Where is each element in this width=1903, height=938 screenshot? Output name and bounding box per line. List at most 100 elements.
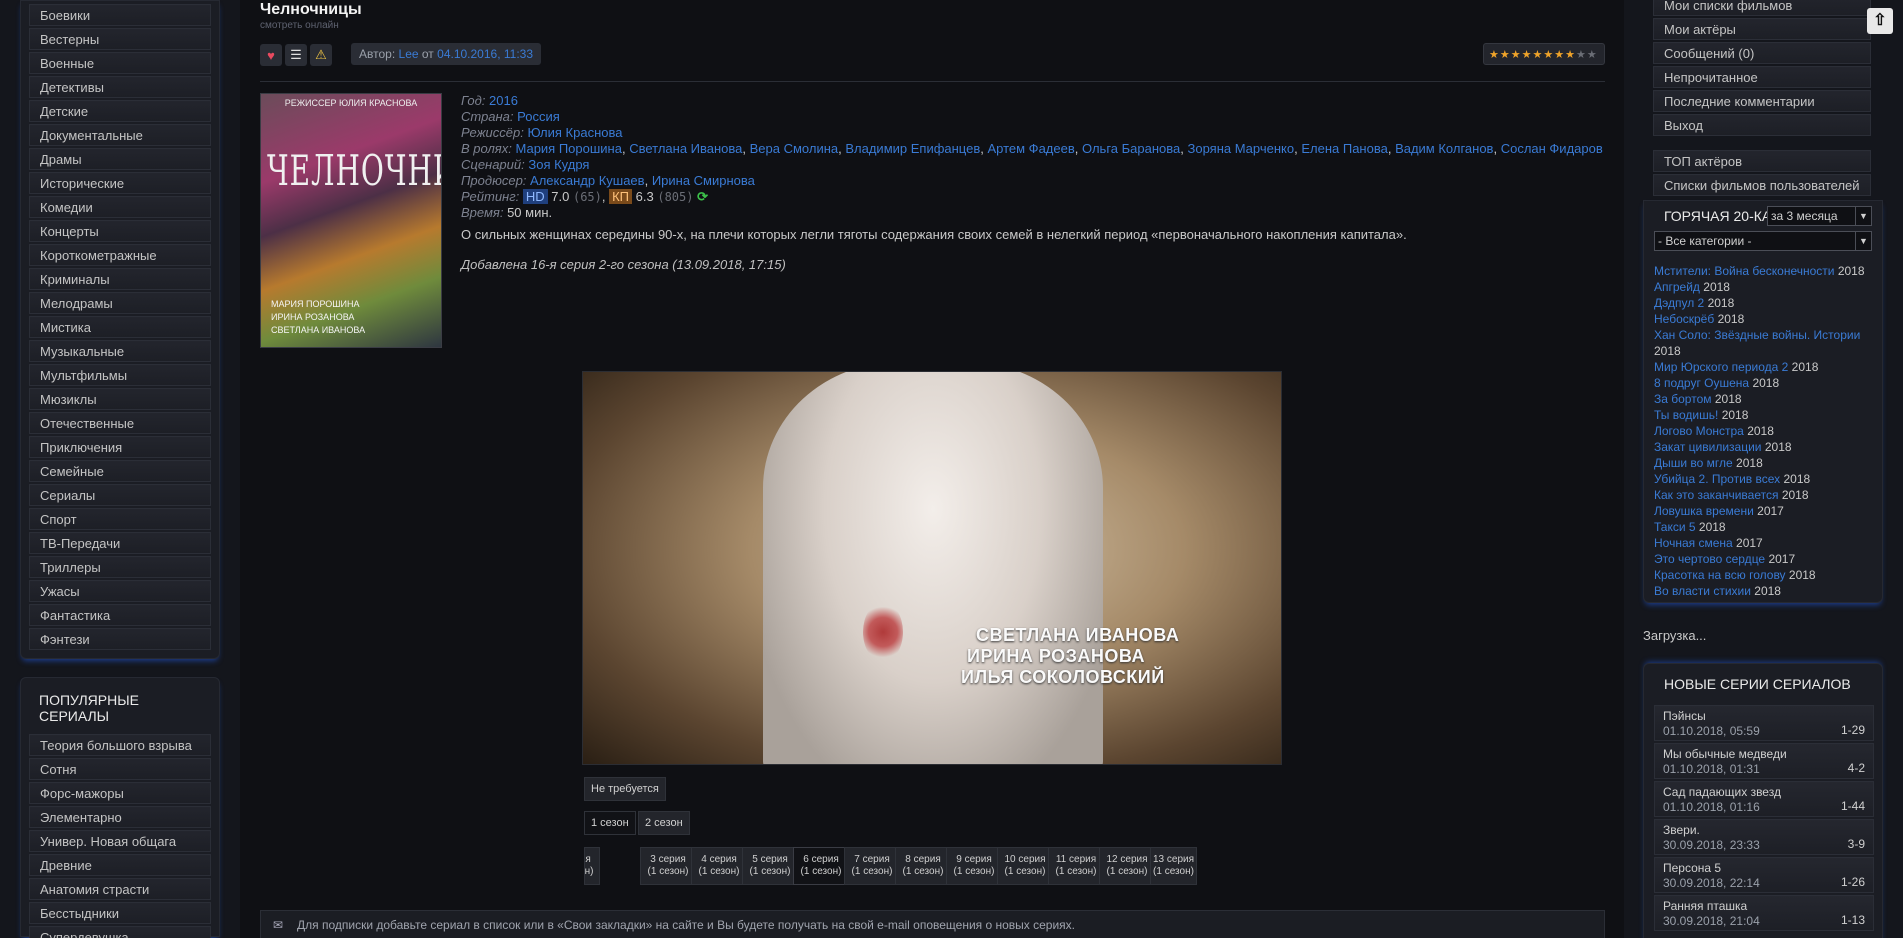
star-icon[interactable]: ★ bbox=[1587, 48, 1597, 61]
star-icon[interactable]: ★ bbox=[1554, 48, 1564, 61]
episode-button[interactable]: 13 серия (1 сезон) bbox=[1150, 847, 1197, 885]
cast-link[interactable]: Вера Смолина bbox=[750, 141, 839, 156]
genre-item[interactable]: Ужасы bbox=[29, 580, 211, 602]
translation-button[interactable]: Не требуется bbox=[584, 777, 666, 801]
cast-link[interactable]: Зоряна Марченко bbox=[1187, 141, 1294, 156]
genre-item[interactable]: Криминалы bbox=[29, 268, 211, 290]
hot-item-link[interactable]: Хан Соло: Звёздные войны. Истории bbox=[1654, 328, 1860, 342]
new-series-item[interactable]: Ранняя пташка 30.09.2018, 21:04 1-13 bbox=[1654, 895, 1874, 931]
genre-item[interactable]: Мистика bbox=[29, 316, 211, 338]
director-link[interactable]: Юлия Краснова bbox=[527, 125, 622, 140]
producer-link[interactable]: Александр Кушаев bbox=[530, 173, 645, 188]
genre-item[interactable]: Мультфильмы bbox=[29, 364, 211, 386]
genre-item[interactable]: Семейные bbox=[29, 460, 211, 482]
season-2-button[interactable]: 2 сезон bbox=[638, 811, 690, 835]
hot-item-link[interactable]: Апгрейд bbox=[1654, 280, 1700, 294]
cast-link[interactable]: Елена Панова bbox=[1301, 141, 1387, 156]
refresh-icon[interactable]: ⟳ bbox=[697, 189, 708, 204]
new-series-item[interactable]: Персона 5 30.09.2018, 22:14 1-26 bbox=[1654, 857, 1874, 893]
star-icon[interactable]: ★ bbox=[1543, 48, 1553, 61]
star-icon[interactable]: ★ bbox=[1565, 48, 1575, 61]
hot-period-select[interactable]: за 3 месяца ▼ bbox=[1767, 206, 1872, 226]
scroll-top-icon[interactable]: ⇧ bbox=[1867, 8, 1893, 34]
genre-item[interactable]: Мюзиклы bbox=[29, 388, 211, 410]
episode-button[interactable]: 6 серия (1 сезон) bbox=[793, 847, 849, 885]
genre-item[interactable]: Приключения bbox=[29, 436, 211, 458]
hot-item-link[interactable]: Закат цивилизации bbox=[1654, 440, 1762, 454]
cast-link[interactable]: Сослан Фидаров bbox=[1501, 141, 1603, 156]
star-icon[interactable]: ★ bbox=[1522, 48, 1532, 61]
genre-item[interactable]: Короткометражные bbox=[29, 244, 211, 266]
video-player[interactable]: СВЕТЛАНА ИВАНОВА ИРИНА РОЗАНОВА ИЛЬЯ СОК… bbox=[582, 371, 1282, 765]
hot-item-link[interactable]: 8 подруг Оушена bbox=[1654, 376, 1749, 390]
genre-item[interactable]: ТВ-Передачи bbox=[29, 532, 211, 554]
new-series-item[interactable]: Сад падающих звезд 01.10.2018, 01:16 1-44 bbox=[1654, 781, 1874, 817]
popular-series-item[interactable]: Элементарно bbox=[29, 806, 211, 828]
popular-series-item[interactable]: Древние bbox=[29, 854, 211, 876]
episode-button[interactable]: 5 серия (1 сезон) bbox=[742, 847, 798, 885]
hot-item-link[interactable]: Ночная смена bbox=[1654, 536, 1733, 550]
hot-item-link[interactable]: Во власти стихии bbox=[1654, 584, 1751, 598]
hot-category-select[interactable]: - Все категории - ▼ bbox=[1654, 231, 1872, 251]
star-icon[interactable]: ★ bbox=[1489, 48, 1499, 61]
season-1-button[interactable]: 1 сезон bbox=[584, 811, 636, 835]
hot-item-link[interactable]: Небоскрёб bbox=[1654, 312, 1714, 326]
hot-item-link[interactable]: Как это заканчивается bbox=[1654, 488, 1778, 502]
hot-item-link[interactable]: Логово Монстра bbox=[1654, 424, 1744, 438]
cast-link[interactable]: Вадим Колганов bbox=[1395, 141, 1493, 156]
hot-item-link[interactable]: Ты водишь! bbox=[1654, 408, 1718, 422]
episode-button[interactable]: 3 серия (1 сезон) bbox=[640, 847, 696, 885]
new-series-item[interactable]: Мы обычные медведи 01.10.2018, 01:31 4-2 bbox=[1654, 743, 1874, 779]
cast-link[interactable]: Владимир Епифанцев bbox=[845, 141, 980, 156]
episode-button[interactable]: 2 серия(1 сезон) bbox=[584, 847, 600, 885]
genre-item[interactable]: Документальные bbox=[29, 124, 211, 146]
genre-item[interactable]: Вестерны bbox=[29, 28, 211, 50]
star-rating[interactable]: ★ ★ ★ ★ ★ ★ ★ ★ ★ ★ bbox=[1483, 43, 1605, 65]
hot-item-link[interactable]: За бортом bbox=[1654, 392, 1712, 406]
hot-item-link[interactable]: Это чертово сердце bbox=[1654, 552, 1765, 566]
popular-series-item[interactable]: Анатомия страсти bbox=[29, 878, 211, 900]
popular-series-item[interactable]: Форс-мажоры bbox=[29, 782, 211, 804]
cast-link[interactable]: Светлана Иванова bbox=[629, 141, 742, 156]
genre-item[interactable]: Исторические bbox=[29, 172, 211, 194]
star-icon[interactable]: ★ bbox=[1511, 48, 1521, 61]
user-menu-item[interactable]: Непрочитанное bbox=[1653, 66, 1871, 88]
list-icon[interactable]: ☰ bbox=[285, 44, 307, 66]
genre-item[interactable]: Спорт bbox=[29, 508, 211, 530]
author-link[interactable]: Lee bbox=[399, 47, 419, 61]
hot-item-link[interactable]: Дэдпул 2 bbox=[1654, 296, 1704, 310]
genre-item[interactable]: Фэнтези bbox=[29, 628, 211, 650]
popular-series-item[interactable]: Сотня bbox=[29, 758, 211, 780]
popular-series-item[interactable]: Супердевушка bbox=[29, 926, 211, 938]
cast-link[interactable]: Мария Порошина bbox=[515, 141, 621, 156]
hot-item-link[interactable]: Дыши во мгле bbox=[1654, 456, 1733, 470]
hot-item-link[interactable]: Такси 5 bbox=[1654, 520, 1696, 534]
hot-item-link[interactable]: Мстители: Война бесконечности bbox=[1654, 264, 1834, 278]
genre-item[interactable]: Фантастика bbox=[29, 604, 211, 626]
extra-menu-item[interactable]: ТОП актёров bbox=[1653, 150, 1871, 172]
episode-button[interactable]: 7 серия (1 сезон) bbox=[844, 847, 900, 885]
genre-item[interactable]: Отечественные bbox=[29, 412, 211, 434]
hot-item-link[interactable]: Ловушка времени bbox=[1654, 504, 1754, 518]
genre-item[interactable]: Военные bbox=[29, 52, 211, 74]
producer-link[interactable]: Ирина Смирнова bbox=[652, 173, 755, 188]
genre-item[interactable]: Детские bbox=[29, 100, 211, 122]
popular-series-item[interactable]: Теория большого взрыва bbox=[29, 734, 211, 756]
episode-button[interactable]: 10 серия (1 сезон) bbox=[997, 847, 1053, 885]
genre-item[interactable]: Детективы bbox=[29, 76, 211, 98]
extra-menu-item[interactable]: Списки фильмов пользователей bbox=[1653, 174, 1871, 196]
episode-button[interactable]: 11 серия (1 сезон) bbox=[1048, 847, 1104, 885]
user-menu-item[interactable]: Последние комментарии bbox=[1653, 90, 1871, 112]
episode-button[interactable]: 9 серия (1 сезон) bbox=[946, 847, 1002, 885]
genre-item[interactable]: Триллеры bbox=[29, 556, 211, 578]
genre-item[interactable]: Сериалы bbox=[29, 484, 211, 506]
user-menu-item[interactable]: Выход bbox=[1653, 114, 1871, 136]
new-series-item[interactable]: Пэйнсы 01.10.2018, 05:59 1-29 bbox=[1654, 705, 1874, 741]
hot-item-link[interactable]: Красотка на всю голову bbox=[1654, 568, 1786, 582]
country-link[interactable]: Россия bbox=[517, 109, 560, 124]
episode-button[interactable]: 4 серия (1 сезон) bbox=[691, 847, 747, 885]
new-series-item[interactable]: Звери. 30.09.2018, 23:33 3-9 bbox=[1654, 819, 1874, 855]
add-favorite-icon[interactable]: ♥ bbox=[260, 44, 282, 66]
user-menu-item[interactable]: Мои списки фильмов bbox=[1653, 0, 1871, 16]
cast-link[interactable]: Ольга Баранова bbox=[1082, 141, 1180, 156]
